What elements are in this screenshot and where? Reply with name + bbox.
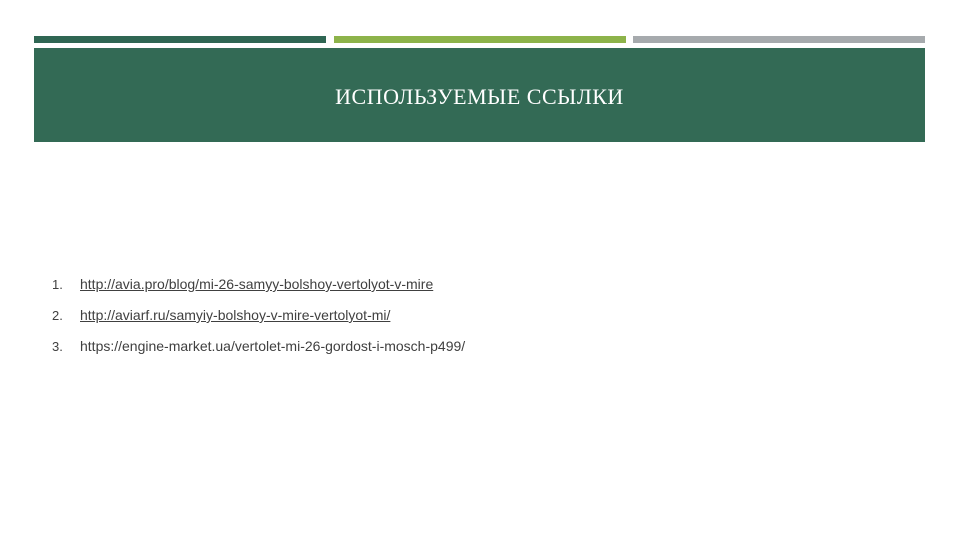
reference-number: 1. bbox=[52, 277, 63, 292]
slide-title: ИСПОЛЬЗУЕМЫЕ ССЫЛКИ bbox=[335, 84, 624, 109]
reference-item-1: 1. http://avia.pro/blog/mi-26-samyy-bols… bbox=[52, 276, 465, 307]
reference-item-2: 2. http://aviarf.ru/samyiy-bolshoy-v-mir… bbox=[52, 307, 465, 338]
accent-bar-light-green bbox=[334, 36, 626, 43]
reference-item-3: 3. https://engine-market.ua/vertolet-mi-… bbox=[52, 338, 465, 369]
reference-number: 3. bbox=[52, 339, 63, 354]
reference-number: 2. bbox=[52, 308, 63, 323]
reference-link[interactable]: http://aviarf.ru/samyiy-bolshoy-v-mire-v… bbox=[80, 307, 390, 323]
reference-link[interactable]: http://avia.pro/blog/mi-26-samyy-bolshoy… bbox=[80, 276, 433, 292]
reference-text: https://engine-market.ua/vertolet-mi-26-… bbox=[80, 338, 466, 354]
accent-bar-dark-green bbox=[34, 36, 326, 43]
reference-list: 1. http://avia.pro/blog/mi-26-samyy-bols… bbox=[52, 276, 465, 369]
accent-bar-gray bbox=[633, 36, 925, 43]
title-band: ИСПОЛЬЗУЕМЫЕ ССЫЛКИ bbox=[34, 48, 925, 142]
